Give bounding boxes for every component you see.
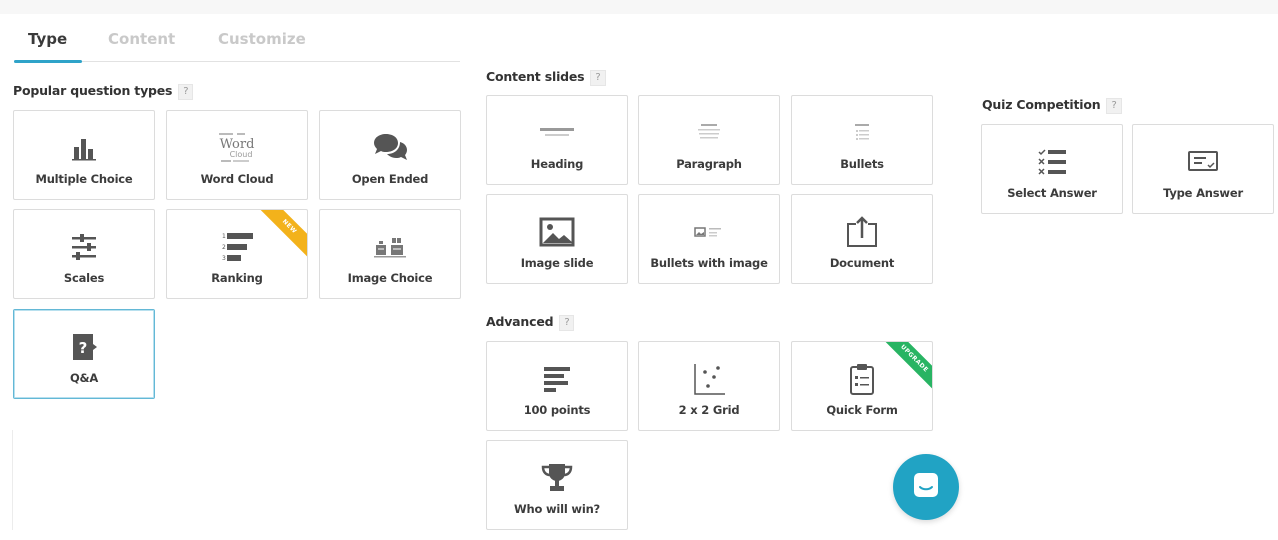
section-title-text: Content slides bbox=[486, 69, 585, 84]
card-multiple-choice[interactable]: Multiple Choice bbox=[13, 110, 155, 200]
card-open-ended[interactable]: Open Ended bbox=[319, 110, 461, 200]
bullets-image-icon bbox=[639, 215, 779, 249]
card-select-answer[interactable]: Select Answer bbox=[981, 124, 1123, 214]
points-bars-icon bbox=[487, 362, 627, 396]
card-label: Image Choice bbox=[347, 271, 433, 285]
card-image-slide[interactable]: Image slide bbox=[486, 194, 628, 284]
card-label: Heading bbox=[530, 157, 584, 171]
tab-type[interactable]: Type bbox=[28, 30, 67, 48]
card-image-choice[interactable]: Image Choice bbox=[319, 209, 461, 299]
select-answer-icon bbox=[982, 145, 1122, 179]
card-label: Type Answer bbox=[1163, 186, 1243, 200]
card-type-answer[interactable]: Type Answer bbox=[1132, 124, 1274, 214]
paragraph-preview-icon bbox=[639, 114, 779, 148]
heading-preview-icon bbox=[487, 114, 627, 148]
card-label: Who will win? bbox=[513, 502, 601, 516]
card-2x2-grid[interactable]: 2 x 2 Grid bbox=[638, 341, 780, 431]
card-document[interactable]: Document bbox=[791, 194, 933, 284]
card-label: Image slide bbox=[520, 256, 594, 270]
help-icon[interactable]: ? bbox=[590, 70, 606, 86]
word-cloud-icon: Word Cloud bbox=[167, 131, 307, 165]
speech-bubbles-icon bbox=[320, 131, 460, 165]
active-tab-indicator bbox=[14, 60, 82, 63]
section-title-text: Quiz Competition bbox=[982, 97, 1101, 112]
svg-text:2: 2 bbox=[222, 244, 226, 251]
help-icon[interactable]: ? bbox=[1106, 98, 1122, 114]
card-label: Quick Form bbox=[826, 403, 898, 417]
type-answer-icon bbox=[1133, 145, 1273, 179]
help-icon[interactable]: ? bbox=[559, 315, 575, 331]
card-heading[interactable]: Heading bbox=[486, 95, 628, 185]
card-label: Multiple Choice bbox=[35, 172, 133, 186]
svg-text:?: ? bbox=[79, 339, 88, 357]
card-bullets[interactable]: Bullets bbox=[791, 95, 933, 185]
card-label: Q&A bbox=[69, 371, 99, 385]
scatter-grid-icon bbox=[639, 362, 779, 396]
card-quick-form[interactable]: Quick Form UPGRADE bbox=[791, 341, 933, 431]
image-icon bbox=[487, 215, 627, 249]
card-label: Paragraph bbox=[676, 157, 742, 171]
image-choice-icon bbox=[320, 230, 460, 264]
section-title-text: Advanced bbox=[486, 314, 554, 329]
card-label: 100 points bbox=[523, 403, 591, 417]
section-title-advanced: Advanced? bbox=[486, 314, 575, 331]
card-100-points[interactable]: 100 points bbox=[486, 341, 628, 431]
card-scales[interactable]: Scales bbox=[13, 209, 155, 299]
section-title-text: Popular question types bbox=[13, 83, 173, 98]
help-icon[interactable]: ? bbox=[178, 84, 194, 100]
card-label: Open Ended bbox=[351, 172, 429, 186]
card-paragraph[interactable]: Paragraph bbox=[638, 95, 780, 185]
section-title-content-slides: Content slides? bbox=[486, 69, 606, 86]
card-qna[interactable]: ? Q&A bbox=[13, 309, 155, 399]
card-label: Bullets bbox=[840, 157, 884, 171]
bullets-preview-icon bbox=[792, 114, 932, 148]
card-bullets-with-image[interactable]: Bullets with image bbox=[638, 194, 780, 284]
card-word-cloud[interactable]: Word Cloud Word Cloud bbox=[166, 110, 308, 200]
card-label: Ranking bbox=[211, 271, 263, 285]
bar-chart-icon bbox=[14, 131, 154, 165]
chat-icon bbox=[911, 470, 941, 504]
slide-type-tabs: Type Content Customize bbox=[14, 20, 460, 63]
card-ranking[interactable]: 123 Ranking NEW bbox=[166, 209, 308, 299]
tab-content[interactable]: Content bbox=[108, 30, 175, 48]
question-flag-icon: ? bbox=[14, 330, 154, 364]
card-label: Bullets with image bbox=[650, 256, 768, 270]
card-who-will-win[interactable]: Who will win? bbox=[486, 440, 628, 530]
trophy-icon bbox=[487, 461, 627, 495]
card-label: Document bbox=[829, 256, 895, 270]
card-label: Scales bbox=[63, 271, 105, 285]
section-title-quiz: Quiz Competition? bbox=[982, 97, 1122, 114]
document-upload-icon bbox=[792, 215, 932, 249]
divider bbox=[12, 430, 13, 530]
svg-text:3: 3 bbox=[222, 255, 226, 262]
card-label: 2 x 2 Grid bbox=[678, 403, 740, 417]
svg-text:1: 1 bbox=[222, 233, 226, 240]
tab-customize[interactable]: Customize bbox=[218, 30, 306, 48]
chat-launcher-button[interactable] bbox=[893, 454, 959, 520]
card-label: Select Answer bbox=[1007, 186, 1097, 200]
svg-text:Cloud: Cloud bbox=[230, 150, 253, 159]
section-title-popular: Popular question types? bbox=[13, 83, 194, 100]
sliders-icon bbox=[14, 230, 154, 264]
card-label: Word Cloud bbox=[200, 172, 274, 186]
